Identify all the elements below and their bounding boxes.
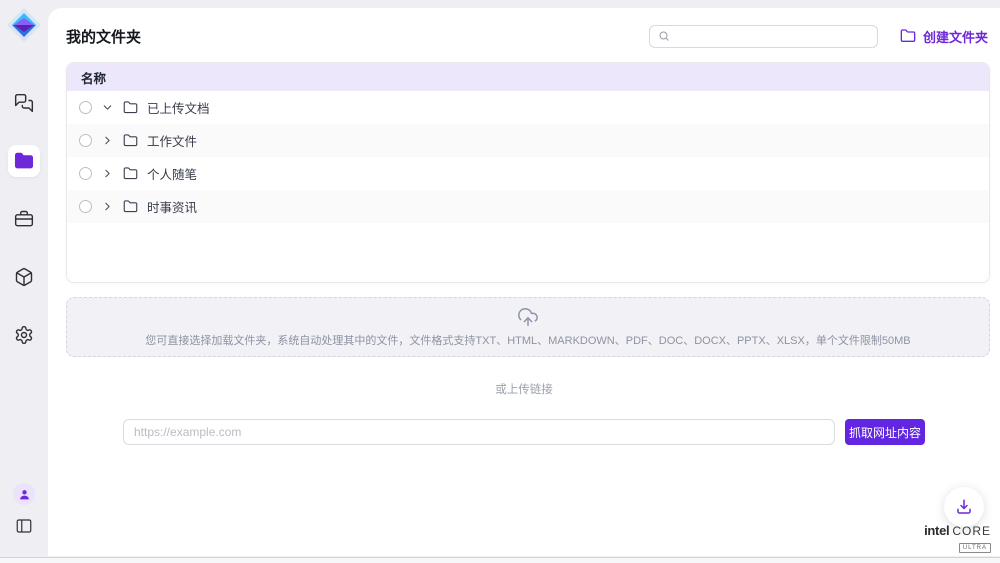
main-panel: 我的文件夹 创建文件夹 名称 已上传文档 — [48, 8, 1000, 556]
download-icon — [955, 498, 973, 516]
folder-name: 已上传文档 — [147, 98, 210, 117]
url-input[interactable] — [123, 419, 835, 445]
search-box — [649, 25, 878, 48]
intel-core-logo: intel core ultra — [924, 524, 991, 553]
chevron-right-icon[interactable] — [101, 200, 114, 213]
table-row[interactable]: 已上传文档 — [67, 91, 989, 124]
folder-icon — [900, 28, 916, 44]
ultra-badge: ultra — [959, 543, 991, 553]
create-folder-label: 创建文件夹 — [923, 27, 988, 46]
folder-icon — [14, 151, 34, 171]
search-icon — [658, 30, 670, 42]
window-bottom-edge — [0, 557, 1000, 563]
sidebar-nav — [8, 87, 40, 351]
row-checkbox[interactable] — [79, 101, 92, 114]
folder-icon — [123, 166, 138, 181]
app-logo-icon[interactable] — [6, 7, 42, 43]
chevron-down-icon[interactable] — [101, 101, 114, 114]
sidebar-item-workspace[interactable] — [8, 203, 40, 235]
panel-toggle-button[interactable] — [15, 517, 33, 540]
sidebar — [0, 0, 48, 556]
intel-brand-text: intel — [924, 524, 949, 537]
sidebar-item-chat[interactable] — [8, 87, 40, 119]
gear-icon — [14, 325, 34, 345]
row-checkbox[interactable] — [79, 167, 92, 180]
search-input[interactable] — [676, 29, 869, 43]
folder-icon — [123, 199, 138, 214]
table-row[interactable]: 工作文件 — [67, 124, 989, 157]
chevron-right-icon[interactable] — [101, 134, 114, 147]
sidebar-item-folders[interactable] — [8, 145, 40, 177]
folders-table: 名称 已上传文档 工作文件 个人随笔 — [66, 62, 990, 283]
page-title: 我的文件夹 — [66, 26, 141, 47]
upload-dropzone[interactable]: 您可直接选择加载文件夹，系统自动处理其中的文件，文件格式支持TXT、HTML、M… — [66, 297, 990, 357]
main-header: 我的文件夹 创建文件夹 — [66, 18, 988, 54]
folder-name: 时事资讯 — [147, 197, 197, 216]
cloud-upload-icon — [517, 306, 539, 328]
folder-name: 个人随笔 — [147, 164, 197, 183]
user-avatar[interactable] — [13, 483, 35, 505]
fetch-url-button[interactable]: 抓取网址内容 — [845, 419, 925, 445]
briefcase-icon — [14, 209, 34, 229]
row-checkbox[interactable] — [79, 200, 92, 213]
sidebar-bottom — [13, 483, 35, 540]
download-fab-button[interactable] — [944, 487, 984, 527]
chevron-right-icon[interactable] — [101, 167, 114, 180]
url-upload-row: 抓取网址内容 — [48, 419, 1000, 445]
table-row[interactable]: 时事资讯 — [67, 190, 989, 223]
upload-hint: 您可直接选择加载文件夹，系统自动处理其中的文件，文件格式支持TXT、HTML、M… — [145, 332, 910, 348]
sidebar-item-settings[interactable] — [8, 319, 40, 351]
folder-icon — [123, 133, 138, 148]
table-header-name: 名称 — [67, 63, 989, 91]
folder-name: 工作文件 — [147, 131, 197, 150]
or-upload-link-label: 或上传链接 — [48, 381, 1000, 397]
chat-icon — [14, 93, 34, 113]
cube-icon — [14, 267, 34, 287]
layout-panel-icon — [15, 517, 33, 535]
core-brand-text: core — [952, 525, 991, 537]
folder-icon — [123, 100, 138, 115]
create-folder-button[interactable]: 创建文件夹 — [900, 27, 988, 46]
row-checkbox[interactable] — [79, 134, 92, 147]
sidebar-item-models[interactable] — [8, 261, 40, 293]
person-icon — [18, 488, 31, 501]
table-row[interactable]: 个人随笔 — [67, 157, 989, 190]
